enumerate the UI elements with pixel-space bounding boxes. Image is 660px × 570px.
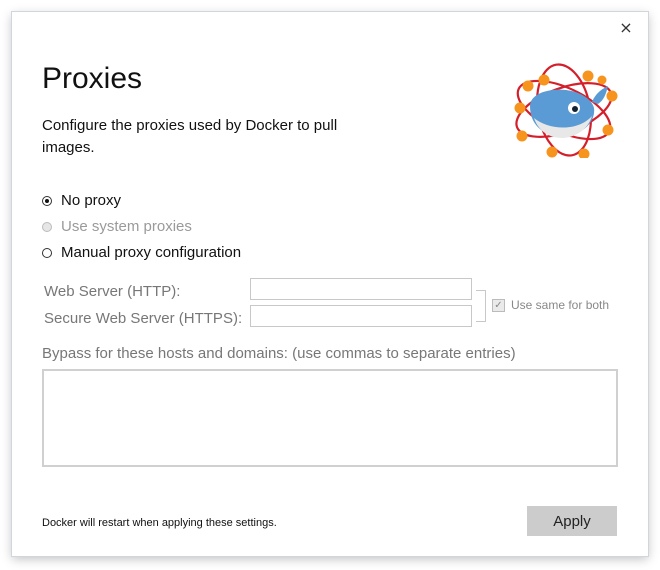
proxies-dialog: × Proxies Configure the proxies used by … — [12, 12, 648, 556]
radio-button — [42, 221, 52, 232]
radio-button[interactable] — [42, 195, 52, 206]
https-proxy-input[interactable] — [250, 305, 472, 327]
checkmark-icon: ✓ — [492, 298, 505, 312]
http-proxy-input[interactable] — [250, 278, 472, 300]
radio-no-proxy[interactable]: No proxy — [42, 192, 121, 209]
field-group-bracket — [476, 290, 486, 322]
same-for-both-label: Use same for both — [511, 298, 610, 312]
radio-button[interactable] — [42, 247, 52, 258]
radio-label-no-proxy: No proxy — [61, 192, 122, 209]
apply-button[interactable]: Apply — [527, 506, 617, 536]
https-label: Secure Web Server (HTTPS): — [44, 310, 243, 327]
page-subtitle: Configure the proxies used by Docker to … — [42, 117, 338, 156]
bypass-hosts-textarea[interactable] — [42, 369, 618, 467]
page-title: Proxies — [42, 62, 143, 95]
radio-system-proxies: Use system proxies — [42, 218, 192, 235]
bypass-label: Bypass for these hosts and domains: (use… — [42, 345, 516, 362]
http-label: Web Server (HTTP): — [44, 283, 181, 300]
radio-label-manual-proxy: Manual proxy configuration — [61, 244, 242, 261]
close-icon[interactable]: × — [616, 18, 636, 38]
radio-label-system-proxies: Use system proxies — [61, 218, 192, 235]
docker-proxy-logo-icon — [514, 63, 618, 158]
restart-note: Docker will restart when applying these … — [42, 517, 277, 529]
radio-manual-proxy[interactable]: Manual proxy configuration — [42, 244, 241, 261]
same-for-both-checkbox: ✓ Use same for both — [492, 298, 609, 312]
